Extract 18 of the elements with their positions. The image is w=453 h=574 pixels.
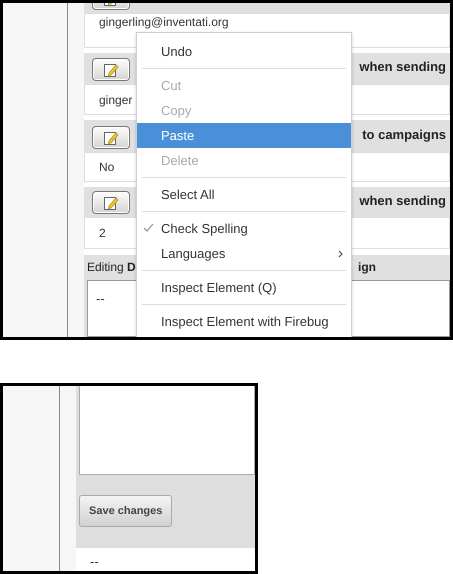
field-label: when sending	[359, 192, 447, 210]
editing-label: Editing D	[87, 260, 136, 274]
field-value: --	[76, 548, 255, 571]
editing-label-fragment: ign	[358, 259, 376, 276]
menu-item[interactable]: Select All	[137, 182, 351, 207]
field-label: to campaigns	[362, 126, 447, 144]
pencil-note-icon	[103, 194, 119, 210]
save-button[interactable]: Save changes	[79, 495, 172, 528]
edit-button[interactable]	[92, 191, 130, 214]
edit-button[interactable]	[92, 58, 130, 81]
field-label: when sending	[359, 58, 447, 76]
menu-item[interactable]: Check Spelling	[137, 216, 351, 241]
chevron-right-icon	[338, 250, 343, 258]
edit-button[interactable]	[92, 126, 130, 149]
pencil-note-icon	[103, 62, 119, 78]
pencil-note-icon	[103, 130, 119, 146]
menu-item[interactable]: Inspect Element with Firebug	[137, 309, 351, 334]
menu-item[interactable]: Inspect Element (Q)	[137, 275, 351, 300]
